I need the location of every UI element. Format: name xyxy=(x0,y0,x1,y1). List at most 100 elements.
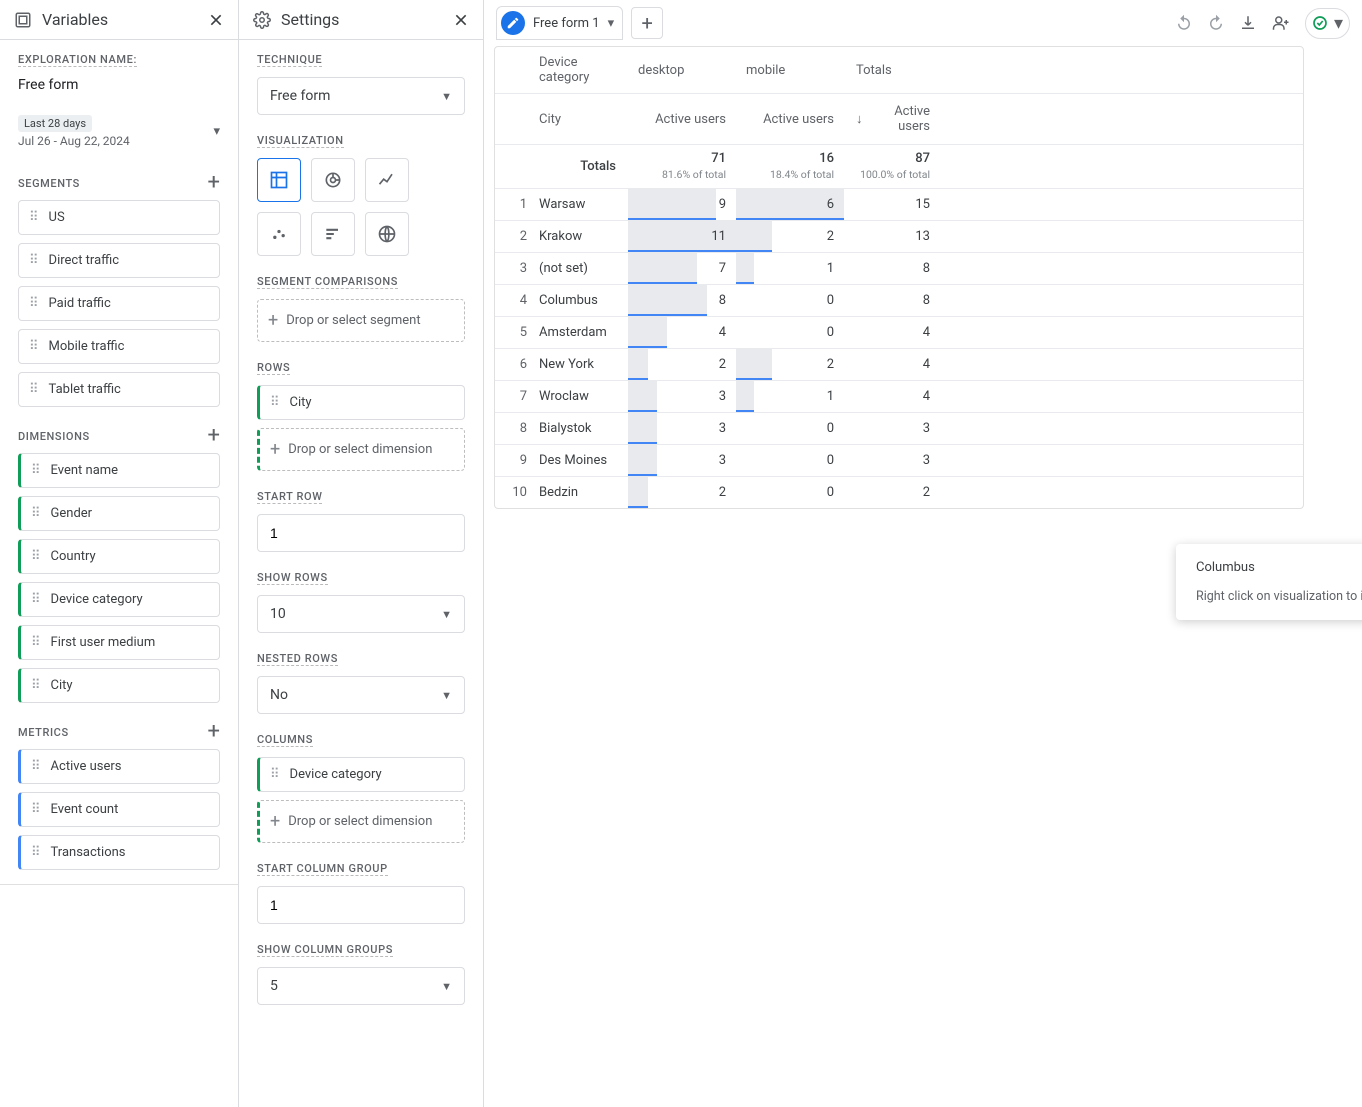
row-city: Des Moines xyxy=(533,445,628,476)
rows-dropzone[interactable]: + Drop or select dimension xyxy=(257,428,465,471)
grip-icon: ⠿ xyxy=(29,339,39,354)
list-item[interactable]: ⠿City xyxy=(18,668,220,703)
table-row[interactable]: 7Wroclaw314 xyxy=(495,381,1303,413)
cell-total: 13 xyxy=(844,221,942,252)
table-row[interactable]: 1Warsaw9615 xyxy=(495,189,1303,221)
header-sort-metric[interactable]: ↓Active users xyxy=(844,94,942,144)
list-item[interactable]: ⠿Mobile traffic xyxy=(18,329,220,364)
add-metric-button[interactable]: + xyxy=(208,721,220,743)
technique-select[interactable]: Free form ▼ xyxy=(257,77,465,115)
viz-donut-button[interactable] xyxy=(311,158,355,202)
date-range-picker[interactable]: Last 28 days Jul 26 - Aug 22, 2024 ▾ xyxy=(18,111,220,154)
list-item[interactable]: ⠿Active users xyxy=(18,749,220,784)
table-row[interactable]: 10Bedzin202 xyxy=(495,477,1303,508)
viz-scatter-button[interactable] xyxy=(257,212,301,256)
cell-mobile: 0 xyxy=(736,285,844,316)
cell-total: 8 xyxy=(844,253,942,284)
tab-label: Free form 1 xyxy=(533,16,600,31)
add-tab-button[interactable]: + xyxy=(631,7,663,39)
cell-desktop: 3 xyxy=(628,413,736,444)
table-row[interactable]: 9Des Moines303 xyxy=(495,445,1303,477)
list-item[interactable]: ⠿US xyxy=(18,200,220,235)
chevron-down-icon: ▼ xyxy=(441,980,452,993)
cell-desktop: 8 xyxy=(628,285,736,316)
table-row[interactable]: 8Bialystok303 xyxy=(495,413,1303,445)
list-item[interactable]: ⠿First user medium xyxy=(18,625,220,660)
list-item[interactable]: ⠿Event count xyxy=(18,792,220,827)
cell-desktop: 2 xyxy=(628,477,736,508)
close-icon[interactable] xyxy=(208,12,224,28)
cell-mobile: 6 xyxy=(736,189,844,220)
cell-desktop: 3 xyxy=(628,445,736,476)
date-preset: Last 28 days xyxy=(18,115,92,132)
columns-dropzone[interactable]: + Drop or select dimension xyxy=(257,800,465,843)
chevron-down-icon: ▾ xyxy=(1334,13,1343,34)
show-column-groups-select[interactable]: 5 ▼ xyxy=(257,967,465,1005)
columns-chip-device-category[interactable]: ⠿ Device category xyxy=(257,757,465,792)
variables-panel: Variables EXPLORATION NAME: Free form La… xyxy=(0,0,239,1107)
segment-dropzone[interactable]: + Drop or select segment xyxy=(257,299,465,342)
add-segment-button[interactable]: + xyxy=(208,172,220,194)
rows-chip-city[interactable]: ⠿ City xyxy=(257,385,465,420)
list-item[interactable]: ⠿Event name xyxy=(18,453,220,488)
segments-label: SEGMENTS xyxy=(18,177,80,190)
start-row-input[interactable] xyxy=(257,514,465,552)
undo-button[interactable] xyxy=(1175,14,1193,32)
cell-mobile: 2 xyxy=(736,221,844,252)
tooltip: Columbus Right click on visualization to… xyxy=(1176,544,1362,620)
list-item[interactable]: ⠿Country xyxy=(18,539,220,574)
table-row[interactable]: 5Amsterdam404 xyxy=(495,317,1303,349)
list-item[interactable]: ⠿Direct traffic xyxy=(18,243,220,278)
grip-icon: ⠿ xyxy=(31,506,41,521)
table-row[interactable]: 2Krakow11213 xyxy=(495,221,1303,253)
grip-icon: ⠿ xyxy=(29,296,39,311)
chevron-down-icon: ▾ xyxy=(213,124,220,139)
list-item[interactable]: ⠿Transactions xyxy=(18,835,220,870)
header-metric-mobile[interactable]: Active users xyxy=(736,94,844,144)
row-index: 1 xyxy=(495,189,533,220)
viz-line-button[interactable] xyxy=(365,158,409,202)
download-button[interactable] xyxy=(1239,14,1257,32)
list-item[interactable]: ⠿Paid traffic xyxy=(18,286,220,321)
share-button[interactable] xyxy=(1271,14,1291,32)
header-desktop[interactable]: desktop xyxy=(628,47,736,93)
totals-label: Totals xyxy=(533,145,628,188)
grip-icon: ⠿ xyxy=(31,549,41,564)
show-rows-select[interactable]: 10 ▼ xyxy=(257,595,465,633)
header-mobile[interactable]: mobile xyxy=(736,47,844,93)
table-row[interactable]: 4Columbus808 xyxy=(495,285,1303,317)
row-city: Bialystok xyxy=(533,413,628,444)
plus-icon: + xyxy=(270,811,280,832)
list-item[interactable]: ⠿Device category xyxy=(18,582,220,617)
cell-total: 2 xyxy=(844,477,942,508)
viz-table-button[interactable] xyxy=(257,158,301,202)
exploration-name[interactable]: Free form xyxy=(18,77,220,93)
row-index: 8 xyxy=(495,413,533,444)
viz-bar-button[interactable] xyxy=(311,212,355,256)
add-dimension-button[interactable]: + xyxy=(208,425,220,447)
redo-button[interactable] xyxy=(1207,14,1225,32)
chevron-down-icon: ▼ xyxy=(441,689,452,702)
row-city: Wroclaw xyxy=(533,381,628,412)
header-device-category: Device category xyxy=(533,47,628,93)
list-item[interactable]: ⠿Tablet traffic xyxy=(18,372,220,407)
cell-mobile: 0 xyxy=(736,413,844,444)
close-icon[interactable] xyxy=(453,12,469,28)
table-row[interactable]: 6New York224 xyxy=(495,349,1303,381)
nested-rows-select[interactable]: No ▼ xyxy=(257,676,465,714)
data-table: Device category desktop mobile Totals Ci… xyxy=(494,46,1304,509)
tab-freeform[interactable]: Free form 1 ▾ xyxy=(496,6,623,40)
list-item[interactable]: ⠿Gender xyxy=(18,496,220,531)
plus-icon: + xyxy=(270,439,280,460)
grip-icon: ⠿ xyxy=(31,845,41,860)
chevron-down-icon[interactable]: ▾ xyxy=(608,16,615,31)
header-city[interactable]: City xyxy=(533,94,628,144)
tooltip-body: Right click on visualization to interact… xyxy=(1196,589,1362,604)
start-column-input[interactable] xyxy=(257,886,465,924)
table-row[interactable]: 3(not set)718 xyxy=(495,253,1303,285)
header-metric-desktop[interactable]: Active users xyxy=(628,94,736,144)
cell-mobile: 1 xyxy=(736,381,844,412)
status-indicator[interactable]: ▾ xyxy=(1305,8,1350,39)
check-circle-icon xyxy=(1312,15,1328,31)
viz-geo-button[interactable] xyxy=(365,212,409,256)
